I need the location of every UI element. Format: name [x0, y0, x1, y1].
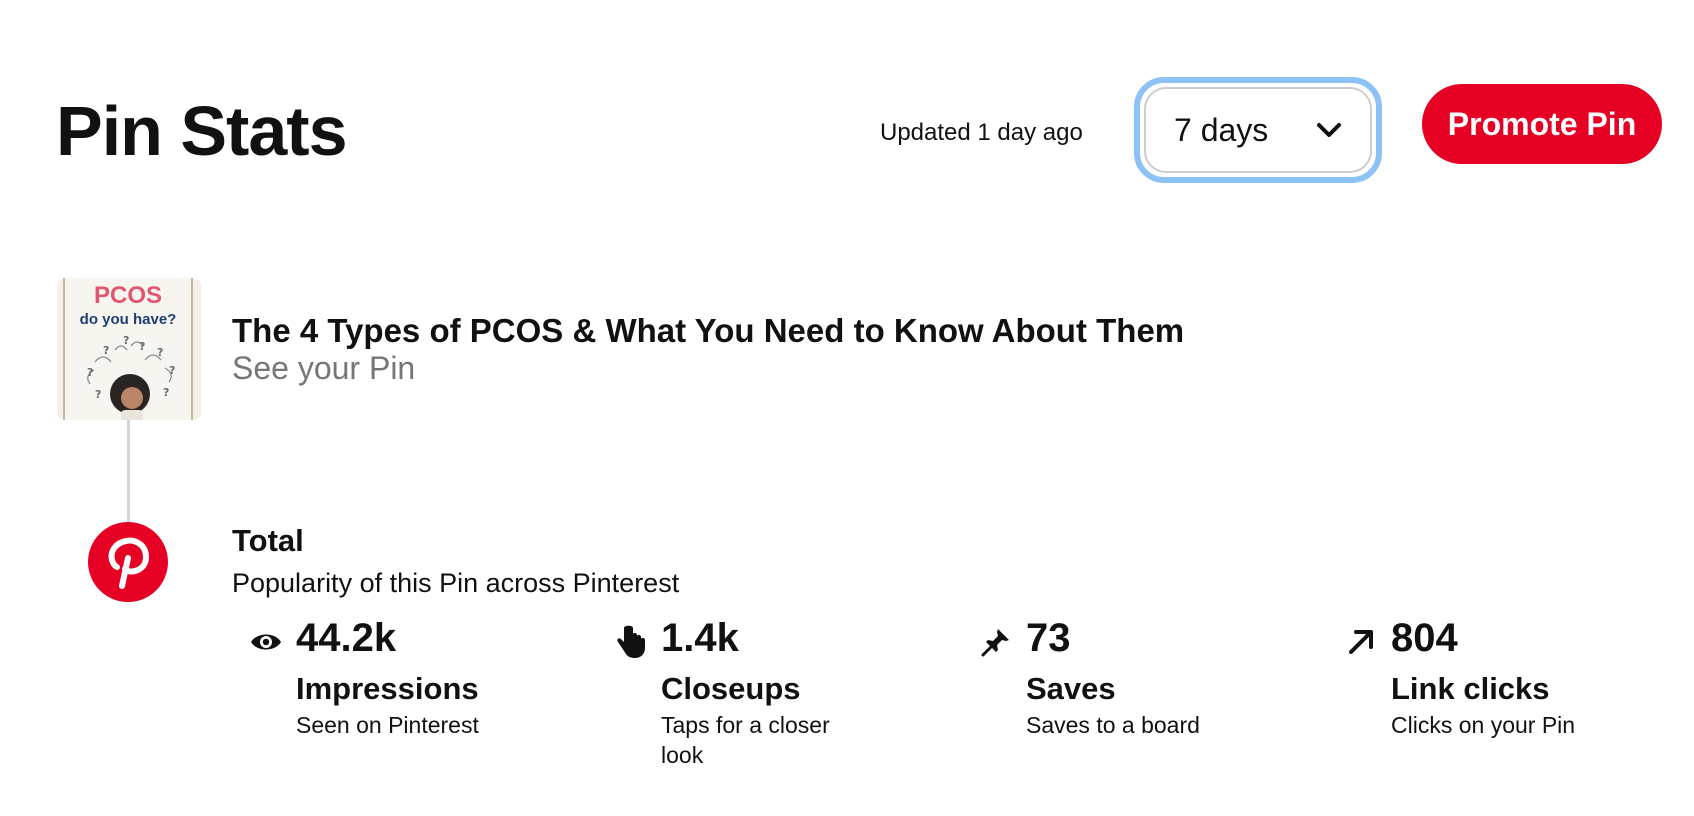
- svg-text:?: ?: [87, 366, 93, 379]
- closeups-description: Taps for a closer look: [661, 712, 830, 768]
- thumbnail-illustration: ??? ??? ??: [87, 334, 175, 420]
- thumbnail-heading: PCOS: [93, 282, 162, 309]
- svg-text:?: ?: [123, 334, 129, 347]
- thumbnail-subheading: do you have?: [79, 311, 177, 328]
- total-heading: Total: [232, 523, 304, 558]
- chevron-down-icon: [1314, 115, 1344, 145]
- svg-text:?: ?: [139, 340, 145, 353]
- impressions-value: 44.2k: [296, 616, 397, 660]
- impressions-description: Seen on Pinterest: [296, 712, 479, 738]
- arrow-up-right-icon: [1343, 624, 1379, 660]
- pin-title: The 4 Types of PCOS & What You Need to K…: [232, 312, 1185, 349]
- link-clicks-label: Link clicks: [1391, 671, 1550, 706]
- closeups-label: Closeups: [661, 671, 801, 706]
- saves-value: 73: [1026, 616, 1071, 660]
- pinterest-logo-icon: [88, 522, 168, 602]
- date-range-select[interactable]: 7 days: [1134, 77, 1382, 183]
- link-clicks-value: 804: [1391, 616, 1458, 660]
- total-description: Popularity of this Pin across Pinterest: [232, 568, 680, 598]
- see-your-pin-link[interactable]: See your Pin: [232, 352, 415, 384]
- svg-text:?: ?: [157, 346, 163, 359]
- pin-thumbnail-image: PCOS do you have? ??? ??? ??: [63, 278, 193, 420]
- pin-thumbnail[interactable]: PCOS do you have? ??? ??? ??: [57, 278, 201, 420]
- impressions-label: Impressions: [296, 671, 479, 706]
- tap-hand-icon: [613, 624, 649, 660]
- promote-pin-button[interactable]: Promote Pin: [1422, 84, 1662, 164]
- saves-label: Saves: [1026, 671, 1116, 706]
- pin-connector-line: [127, 420, 130, 524]
- eye-icon: [248, 624, 284, 660]
- pin-icon: [978, 624, 1014, 660]
- link-clicks-description: Clicks on your Pin: [1391, 712, 1576, 738]
- svg-text:?: ?: [169, 364, 175, 377]
- saves-description: Saves to a board: [1026, 712, 1200, 738]
- date-range-select-box[interactable]: 7 days: [1144, 87, 1372, 173]
- svg-text:?: ?: [95, 388, 101, 401]
- updated-timestamp: Updated 1 day ago: [880, 119, 1083, 146]
- date-range-value: 7 days: [1174, 111, 1269, 148]
- closeups-value: 1.4k: [661, 616, 739, 660]
- svg-text:?: ?: [163, 386, 169, 399]
- svg-text:?: ?: [103, 344, 109, 357]
- page-title: Pin Stats: [56, 92, 348, 170]
